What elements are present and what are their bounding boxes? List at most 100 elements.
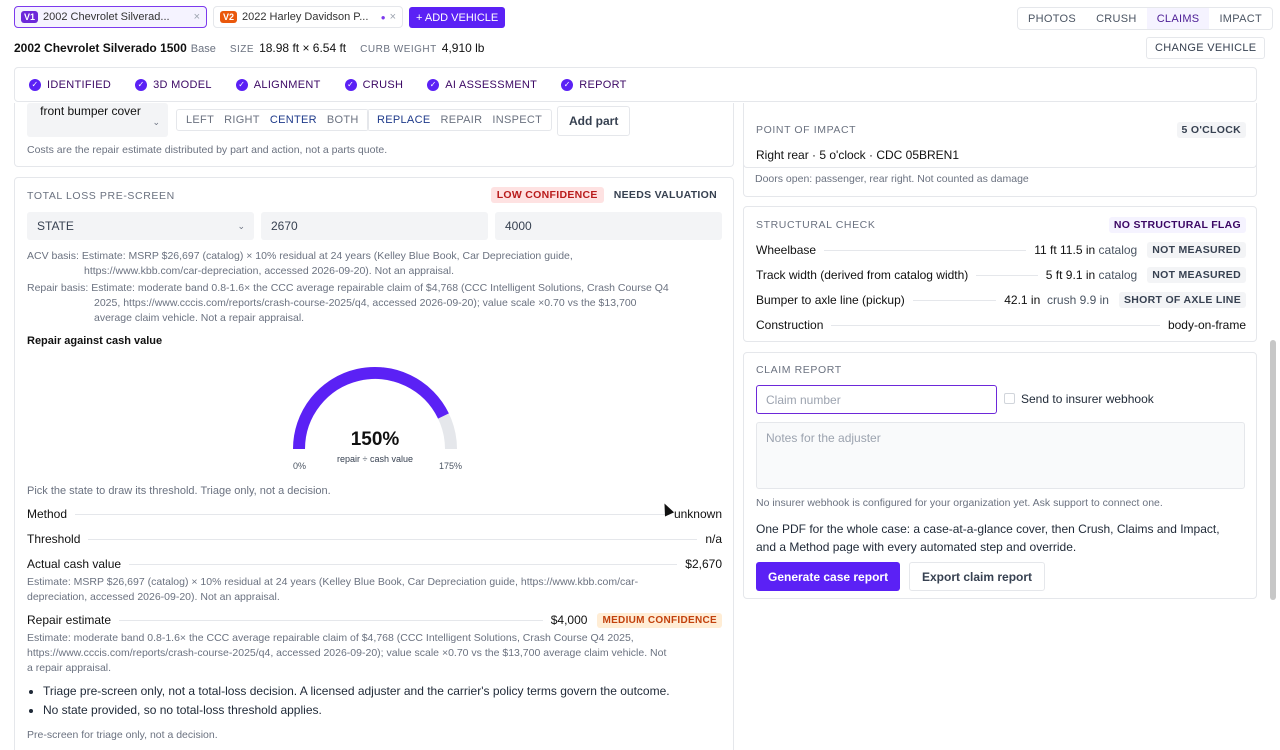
page-scrollbar[interactable] [1270,340,1276,600]
bumper-axle-value: 42.1 in crush 9.9 in [1004,293,1109,307]
add-part-button[interactable]: Add part [557,106,631,136]
threshold-label: Threshold [27,532,81,546]
tab-claims[interactable]: CLAIMS [1146,8,1210,29]
claim-title: CLAIM REPORT [756,364,842,376]
claim-report-panel: CLAIM REPORT Claim number Send to insure… [743,352,1257,599]
close-icon[interactable]: × [390,11,396,23]
parts-note: Costs are the repair estimate distribute… [27,144,388,156]
divider [912,299,997,301]
construction-value: body-on-frame [1167,318,1246,332]
repair-estimate-text: Estimate: moderate band 0.8-1.6× the CCC… [27,632,634,644]
close-icon[interactable]: × [194,11,200,23]
divider [976,274,1038,276]
step-label: ALIGNMENT [253,78,321,91]
parts-panel: front bumper cover ⌄ LEFT RIGHT CENTER B… [14,103,734,167]
method-label: Method [27,507,68,521]
divider [88,538,698,540]
bumper-axle-label: Bumper to axle line (pickup) [756,293,905,307]
tab-impact[interactable]: IMPACT [1209,8,1272,29]
repair-basis-label: Repair basis: [27,282,89,294]
adjuster-notes-textarea[interactable]: Notes for the adjuster [756,422,1245,489]
repair-estimate-text-3: a repair appraisal. [27,662,112,674]
step-label: 3D MODEL [153,78,212,91]
step-label: IDENTIFIED [47,78,112,91]
step-ai-assessment[interactable]: ✓ AI ASSESSMENT [427,78,538,91]
check-icon: ✓ [561,78,574,91]
vehicle-tab-label: 2002 Chevrolet Silverad... [43,11,170,23]
vehicle-tab-2[interactable]: V2 2022 Harley Davidson P... ● × [213,6,403,28]
pick-state-note: Pick the state to draw its threshold. Tr… [27,485,331,497]
chevron-down-icon: ⌄ [237,220,245,231]
acv-label: Actual cash value [27,557,122,571]
repair-row: Repair estimate $4,000 MEDIUM CONFIDENCE [27,611,722,629]
step-label: REPORT [579,78,627,91]
step-crush[interactable]: ✓ CRUSH [344,78,404,91]
triage-bullets: Triage pre-screen only, not a total-loss… [43,684,670,722]
action-segment: REPLACE REPAIR INSPECT [367,109,553,131]
pre-screen-footer: Pre-screen for triage only, not a decisi… [27,729,218,741]
track-width-row: Track width (derived from catalog width)… [756,266,1246,284]
method-row: Method unknown [27,505,722,523]
side-both[interactable]: BOTH [322,114,364,126]
structural-check-panel: STRUCTURAL CHECK NO STRUCTURAL FLAG Whee… [743,206,1257,342]
part-select-value: front bumper cover [40,104,141,118]
side-right[interactable]: RIGHT [219,114,265,126]
construction-row: Construction body-on-frame [756,316,1246,334]
step-3d-model[interactable]: ✓ 3D MODEL [135,78,212,91]
pdf-description-text: One PDF for the whole case: a case-at-a-… [756,522,1220,536]
list-item: No state provided, so no total-loss thre… [43,703,670,717]
pdf-description-text-2: and a Method page with every automated s… [756,540,1077,554]
acv-basis-label: ACV basis: [27,250,79,262]
point-of-impact-panel: POINT OF IMPACT 5 O'CLOCK Right rear · 5… [743,103,1257,168]
vehicle-tab-1[interactable]: V1 2002 Chevrolet Silverad... × [14,6,207,28]
acv-estimate: Estimate: MSRP $26,697 (catalog) × 10% r… [27,575,638,605]
repair-basis-text: Estimate: moderate band 0.8-1.6× the CCC… [91,282,669,294]
step-identified[interactable]: ✓ IDENTIFIED [29,78,112,91]
vehicle-badge: V2 [220,11,238,23]
vehicle-summary: 2002 Chevrolet Silverado 1500 Base SIZE … [14,41,498,55]
wheelbase-label: Wheelbase [756,243,817,257]
action-replace[interactable]: REPLACE [372,114,435,126]
tab-photos[interactable]: PHOTOS [1018,8,1086,29]
change-vehicle-button[interactable]: CHANGE VEHICLE [1146,37,1266,59]
state-select[interactable]: STATE ⌄ [27,212,254,240]
step-label: AI ASSESSMENT [445,78,538,91]
doors-note: Doors open: passenger, rear right. Not c… [755,173,1029,185]
size-value: 18.98 ft × 6.54 ft [259,41,347,55]
action-repair[interactable]: REPAIR [435,114,487,126]
needs-valuation-badge: NEEDS VALUATION [613,189,717,201]
total-loss-badges: LOW CONFIDENCE NEEDS VALUATION [490,187,717,203]
webhook-checkbox[interactable] [1004,393,1015,404]
export-claim-report-button[interactable]: Export claim report [909,562,1046,591]
threshold-row: Threshold n/a [27,530,722,548]
side-left[interactable]: LEFT [181,114,219,126]
acv-basis: ACV basis: Estimate: MSRP $26,697 (catal… [27,249,573,279]
not-measured-badge: NOT MEASURED [1147,242,1246,258]
acv-value: $2,670 [685,557,722,571]
medium-confidence-badge: MEDIUM CONFIDENCE [597,612,722,628]
divider [824,249,1027,251]
tab-crush[interactable]: CRUSH [1086,8,1147,29]
generate-case-report-button[interactable]: Generate case report [756,562,901,591]
chevron-down-icon: ⌄ [152,117,160,127]
size-label: SIZE [229,44,255,55]
top-bar: V1 2002 Chevrolet Silverad... × V2 2022 … [0,0,1280,66]
claim-number-input[interactable]: Claim number [756,385,997,414]
repair-input[interactable]: 4000 [495,212,722,240]
repair-estimate: Estimate: moderate band 0.8-1.6× the CCC… [27,631,666,676]
clock-badge: 5 O'CLOCK [1176,122,1246,138]
check-icon: ✓ [29,78,41,91]
wheelbase-row: Wheelbase 11 ft 11.5 in catalog NOT MEAS… [756,241,1246,259]
track-width-label: Track width (derived from catalog width) [756,268,969,282]
action-inspect[interactable]: INSPECT [487,114,547,126]
part-select[interactable]: front bumper cover ⌄ [27,103,168,137]
view-tabs: PHOTOS CRUSH CLAIMS IMPACT [1017,7,1273,30]
side-center[interactable]: CENTER [265,114,322,126]
webhook-note: No insurer webhook is configured for you… [756,497,1163,509]
repair-basis: Repair basis: Estimate: moderate band 0.… [27,281,669,326]
check-icon: ✓ [427,78,440,91]
step-report[interactable]: ✓ REPORT [561,78,627,91]
acv-input[interactable]: 2670 [261,212,488,240]
add-vehicle-button[interactable]: + ADD VEHICLE [409,7,506,28]
step-alignment[interactable]: ✓ ALIGNMENT [235,78,321,91]
